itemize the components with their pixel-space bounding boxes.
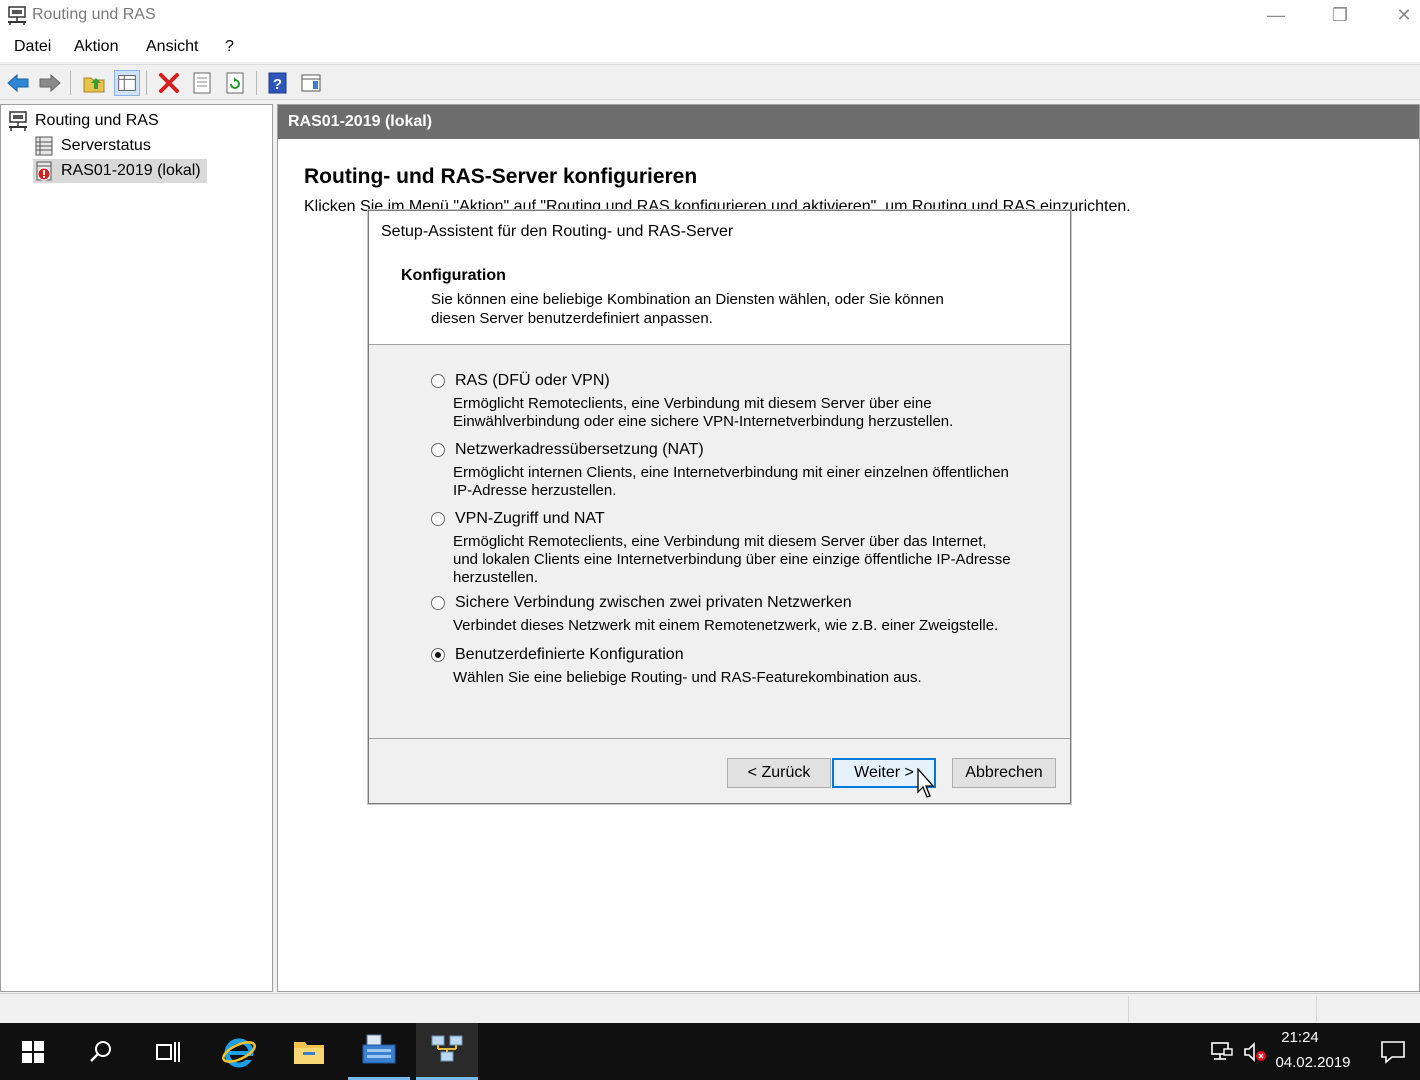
task-view-button[interactable] — [137, 1023, 199, 1080]
radio-button[interactable] — [431, 512, 445, 526]
wizard-options: RAS (DFÜ oder VPN) Ermöglicht Remoteclie… — [369, 346, 1070, 739]
radio-button[interactable] — [431, 374, 445, 388]
properties-icon[interactable] — [189, 70, 215, 96]
option-label: Sichere Verbindung zwischen zwei private… — [455, 594, 852, 611]
radio-button[interactable] — [431, 443, 445, 457]
task-view-icon — [156, 1041, 180, 1062]
help-icon[interactable]: ? — [265, 70, 291, 96]
menu-help[interactable]: ? — [225, 38, 234, 56]
wizard-header: Setup-Assistent für den Routing- und RAS… — [369, 211, 1070, 345]
option-custom: Benutzerdefinierte Konfiguration Wählen … — [431, 644, 1021, 687]
option-label: VPN-Zugriff und NAT — [455, 510, 605, 527]
radio-option-ras[interactable]: RAS (DFÜ oder VPN) — [431, 370, 1021, 392]
console-tree: Routing und RAS Serverstatus RAS01-2019 … — [0, 104, 273, 992]
toolbar: ? — [0, 64, 1420, 100]
option-ras: RAS (DFÜ oder VPN) Ermöglicht Remoteclie… — [431, 370, 1021, 431]
option-private-networks: Sichere Verbindung zwischen zwei private… — [431, 592, 1021, 635]
status-separator — [1128, 996, 1129, 1022]
radio-option-nat[interactable]: Netzwerkadressübersetzung (NAT) — [431, 439, 1021, 461]
radio-button[interactable] — [431, 596, 445, 610]
setup-wizard-dialog: Setup-Assistent für den Routing- und RAS… — [368, 210, 1071, 804]
internet-explorer-icon — [222, 1038, 256, 1067]
search-icon — [90, 1040, 111, 1062]
routing-ras-app-icon — [8, 6, 26, 25]
option-description: Verbindet dieses Netzwerk mit einem Remo… — [453, 617, 999, 634]
option-label: Benutzerdefinierte Konfiguration — [455, 646, 684, 663]
tree-item-label: Routing und RAS — [35, 112, 159, 129]
routing-ras-icon — [431, 1035, 463, 1062]
window-title: Routing und RAS — [32, 6, 156, 23]
clock-date[interactable]: 04.02.2019 — [1268, 1054, 1358, 1071]
tree-item-ras01-2019[interactable]: RAS01-2019 (lokal) — [33, 159, 207, 183]
tree-item-serverstatus[interactable]: Serverstatus — [33, 134, 151, 158]
option-label: RAS (DFÜ oder VPN) — [455, 372, 610, 389]
delete-icon[interactable] — [156, 70, 182, 96]
taskbar-file-explorer[interactable] — [278, 1023, 340, 1080]
tree-item-root[interactable]: Routing und RAS — [7, 109, 159, 133]
notification-center-icon[interactable] — [1380, 1039, 1406, 1065]
restore-button[interactable]: ❐ — [1312, 0, 1368, 32]
taskbar-routing-ras[interactable] — [416, 1023, 478, 1080]
close-button[interactable]: ✕ — [1376, 0, 1420, 32]
close-icon: ✕ — [1396, 5, 1412, 25]
taskbar: 21:24 04.02.2019 — [0, 1023, 1420, 1080]
start-button[interactable] — [2, 1023, 64, 1080]
clock-time[interactable]: 21:24 — [1260, 1029, 1340, 1046]
option-vpn-nat: VPN-Zugriff und NAT Ermöglicht Remotecli… — [431, 508, 1021, 587]
menu-ansicht[interactable]: Ansicht — [146, 38, 198, 56]
toolbar-separator — [256, 71, 257, 95]
toolbar-separator — [70, 71, 71, 95]
details-header: RAS01-2019 (lokal) — [278, 105, 1419, 139]
svg-text:?: ? — [273, 76, 282, 93]
option-nat: Netzwerkadressübersetzung (NAT) Ermöglic… — [431, 439, 1021, 500]
refresh-icon[interactable] — [222, 70, 248, 96]
back-icon[interactable] — [5, 70, 31, 96]
server-stopped-icon — [36, 161, 52, 181]
title-bar: Routing und RAS — ❐ ✕ — [0, 0, 1420, 34]
minimize-icon: — — [1267, 5, 1285, 25]
radio-button-checked[interactable] — [431, 648, 445, 662]
option-description: Wählen Sie eine beliebige Routing- und R… — [453, 669, 922, 686]
show-hide-tree-icon[interactable] — [114, 70, 140, 96]
toolbar-separator — [146, 71, 147, 95]
tree-item-label: Serverstatus — [61, 137, 151, 154]
taskbar-internet-explorer[interactable] — [208, 1023, 270, 1080]
radio-option-custom[interactable]: Benutzerdefinierte Konfiguration — [431, 644, 1021, 666]
restore-icon: ❐ — [1331, 5, 1349, 25]
radio-option-vpn-nat[interactable]: VPN-Zugriff und NAT — [431, 508, 1021, 530]
file-explorer-icon — [294, 1041, 324, 1064]
menu-bar: Datei Aktion Ansicht ? — [0, 34, 1420, 62]
option-description: Ermöglicht internen Clients, eine Intern… — [453, 464, 1009, 499]
up-folder-icon[interactable] — [81, 70, 107, 96]
mouse-cursor-icon — [917, 768, 935, 798]
status-bar — [0, 993, 1420, 1023]
details-title: Routing- und RAS-Server konfigurieren — [304, 165, 698, 188]
wizard-section-title: Konfiguration — [401, 267, 506, 284]
taskbar-server-manager[interactable] — [348, 1023, 410, 1080]
menu-datei[interactable]: Datei — [14, 38, 51, 56]
forward-icon[interactable] — [37, 70, 63, 96]
wizard-caption: Setup-Assistent für den Routing- und RAS… — [381, 223, 734, 240]
option-label: Netzwerkadressübersetzung (NAT) — [455, 441, 704, 458]
option-description: Ermöglicht Remoteclients, eine Verbindun… — [453, 533, 1011, 586]
option-description: Ermöglicht Remoteclients, eine Verbindun… — [453, 395, 954, 430]
server-status-icon — [35, 136, 53, 156]
show-action-pane-icon[interactable] — [298, 70, 324, 96]
routing-ras-icon — [9, 111, 27, 131]
cancel-button[interactable]: Abbrechen — [952, 758, 1056, 788]
tree-item-label: RAS01-2019 (lokal) — [61, 162, 201, 179]
wizard-section-description: Sie können eine beliebige Kombination an… — [431, 291, 944, 327]
status-separator — [1316, 996, 1317, 1022]
search-button[interactable] — [70, 1023, 132, 1080]
menu-aktion[interactable]: Aktion — [74, 38, 118, 56]
network-icon[interactable] — [1210, 1041, 1234, 1063]
back-button[interactable]: < Zurück — [727, 758, 831, 788]
minimize-button[interactable]: — — [1248, 0, 1304, 32]
start-icon — [22, 1040, 44, 1063]
radio-option-private-networks[interactable]: Sichere Verbindung zwischen zwei private… — [431, 592, 1021, 614]
server-manager-icon — [362, 1034, 396, 1064]
